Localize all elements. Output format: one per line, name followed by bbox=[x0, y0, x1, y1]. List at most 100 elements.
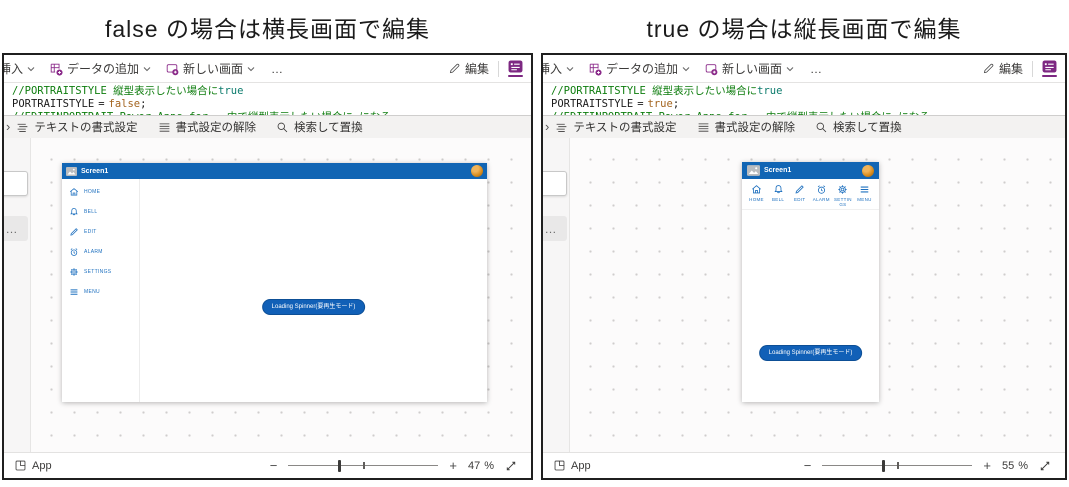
formula-bar[interactable]: //PORTRAITSTYLE 縦型表示したい場合にtrue PORTRAITS… bbox=[4, 82, 531, 116]
add-data-menu[interactable]: データの追加 bbox=[49, 60, 151, 77]
loading-spinner-button[interactable]: Loading Spinner(要再生モード) bbox=[261, 299, 366, 315]
app-tree-item[interactable]: App bbox=[553, 459, 591, 472]
loading-spinner-button[interactable]: Loading Spinner(要再生モード) bbox=[758, 345, 863, 362]
nav-item-alarm[interactable]: ALARM bbox=[812, 184, 831, 207]
text-format-button[interactable]: テキストの書式設定 bbox=[555, 119, 677, 135]
toggle-selected-underline bbox=[508, 75, 523, 77]
formula-bar[interactable]: //PORTRAITSTYLE 縦型表示したい場合にtrue PORTRAITS… bbox=[543, 82, 1065, 116]
zoom-out-button[interactable]: − bbox=[804, 458, 812, 473]
panel-stub[interactable] bbox=[4, 171, 28, 196]
zoom-percent: 55% bbox=[1001, 459, 1028, 472]
zoom-slider[interactable] bbox=[288, 459, 439, 473]
formula-panel-toggle[interactable] bbox=[1042, 60, 1057, 77]
chevron-down-icon bbox=[27, 66, 35, 71]
figure-false: false の場合は横長画面で編集 挿入 データの追加 新しい画面 … 編集 bbox=[2, 0, 533, 480]
insert-label: 挿入 bbox=[4, 62, 24, 76]
nav-item-alarm[interactable]: ALARM bbox=[69, 247, 139, 257]
clear-format-icon bbox=[698, 122, 708, 132]
top-toolbar: 挿入 データの追加 新しい画面 … 編集 bbox=[543, 55, 1065, 82]
text-format-label: テキストの書式設定 bbox=[573, 122, 677, 134]
add-data-menu[interactable]: データの追加 bbox=[588, 60, 690, 77]
find-replace-button[interactable]: 検索して置換 bbox=[276, 119, 363, 135]
gear-icon bbox=[70, 268, 78, 276]
expand-chevron[interactable]: › bbox=[545, 119, 549, 134]
zoom-out-button[interactable]: − bbox=[270, 458, 278, 473]
panel-more-button[interactable]: … bbox=[543, 216, 567, 241]
home-icon bbox=[70, 188, 78, 196]
pencil-icon bbox=[983, 63, 994, 74]
zoom-in-button[interactable]: + bbox=[449, 458, 457, 473]
alarm-clock-icon bbox=[70, 248, 78, 256]
clear-format-button[interactable]: 書式設定の解除 bbox=[697, 119, 795, 135]
formula-panel-toggle[interactable] bbox=[508, 60, 523, 77]
toolbar-overflow-button[interactable]: … bbox=[271, 62, 284, 76]
clear-format-button[interactable]: 書式設定の解除 bbox=[158, 119, 256, 135]
zoom-slider[interactable] bbox=[822, 459, 973, 473]
app-main-area: Loading Spinner(要再生モード) bbox=[140, 179, 487, 402]
nav-item-edit[interactable]: EDIT bbox=[790, 184, 809, 207]
app-label: App bbox=[32, 459, 52, 472]
new-screen-menu[interactable]: 新しい画面 bbox=[704, 60, 794, 77]
insert-menu[interactable]: 挿入 bbox=[4, 60, 35, 77]
app-header[interactable]: Screen1 bbox=[742, 162, 879, 179]
app-screen-portrait[interactable]: Screen1 HOME BELL EDIT ALARM SETTINGS ME… bbox=[742, 162, 879, 402]
new-screen-icon bbox=[166, 63, 179, 75]
fullscreen-icon[interactable] bbox=[1039, 460, 1051, 472]
panel-more-button[interactable]: … bbox=[4, 216, 28, 241]
avatar[interactable] bbox=[471, 165, 483, 177]
pencil-icon bbox=[70, 228, 78, 236]
nav-item-edit[interactable]: EDIT bbox=[69, 227, 139, 237]
chevron-down-icon bbox=[682, 66, 690, 71]
image-placeholder-icon bbox=[747, 165, 760, 176]
nav-item-settings[interactable]: SETTINGS bbox=[69, 267, 139, 277]
new-screen-label: 新しい画面 bbox=[183, 62, 244, 76]
zoom-in-button[interactable]: + bbox=[983, 458, 991, 473]
zoom-slider-thumb[interactable] bbox=[337, 459, 341, 472]
app-screen-landscape[interactable]: Screen1 HOME BELL EDIT ALARM SETTINGS ME… bbox=[62, 163, 487, 402]
edit-label: 編集 bbox=[464, 62, 489, 76]
clear-format-icon bbox=[159, 122, 169, 132]
add-data-label: データの追加 bbox=[606, 62, 679, 76]
find-replace-button[interactable]: 検索して置換 bbox=[815, 119, 902, 135]
figure-title-true: true の場合は縦長画面で編集 bbox=[646, 15, 962, 42]
nav-item-bell[interactable]: BELL bbox=[769, 184, 788, 207]
chevron-down-icon bbox=[143, 66, 151, 71]
text-format-button[interactable]: テキストの書式設定 bbox=[16, 119, 138, 135]
format-toolbar: › テキストの書式設定 書式設定の解除 検索して置換 bbox=[4, 116, 531, 138]
nav-item-menu[interactable]: MENU bbox=[69, 287, 139, 297]
nav-item-settings[interactable]: SETTINGS bbox=[833, 184, 852, 207]
add-data-label: データの追加 bbox=[67, 62, 140, 76]
search-icon bbox=[816, 122, 827, 132]
edit-button[interactable]: 編集 bbox=[448, 60, 489, 77]
edit-button[interactable]: 編集 bbox=[982, 60, 1023, 77]
app-header[interactable]: Screen1 bbox=[62, 163, 487, 179]
formula-panel-icon bbox=[508, 60, 523, 73]
new-screen-menu[interactable]: 新しい画面 bbox=[165, 60, 255, 77]
panel-stub[interactable] bbox=[543, 171, 567, 196]
collapsed-panel-edge: … bbox=[4, 138, 31, 452]
fullscreen-icon[interactable] bbox=[505, 460, 517, 472]
studio-panel-false: 挿入 データの追加 新しい画面 … 編集 bbox=[2, 53, 533, 480]
nav-item-menu[interactable]: MENU bbox=[855, 184, 874, 207]
formula-panel-icon bbox=[1042, 60, 1057, 73]
screen-title: Screen1 bbox=[764, 167, 792, 174]
hamburger-icon bbox=[70, 289, 78, 295]
app-icon bbox=[554, 460, 565, 471]
avatar[interactable] bbox=[862, 164, 874, 177]
toolbar-overflow-button[interactable]: … bbox=[810, 62, 823, 76]
app-tree-item[interactable]: App bbox=[14, 459, 52, 472]
bell-icon bbox=[70, 208, 78, 216]
find-replace-label: 検索して置換 bbox=[294, 122, 363, 134]
zoom-detent-tick bbox=[897, 462, 899, 469]
toggle-selected-underline bbox=[1042, 75, 1057, 77]
new-screen-icon bbox=[705, 63, 718, 75]
nav-item-home[interactable]: HOME bbox=[69, 187, 139, 197]
zoom-percent: 47% bbox=[467, 459, 494, 472]
insert-menu[interactable]: 挿入 bbox=[543, 60, 574, 77]
screen-title: Screen1 bbox=[81, 167, 109, 175]
nav-item-home[interactable]: HOME bbox=[747, 184, 766, 207]
nav-item-bell[interactable]: BELL bbox=[69, 207, 139, 217]
zoom-detent-tick bbox=[363, 462, 365, 469]
expand-chevron[interactable]: › bbox=[6, 119, 10, 134]
zoom-slider-thumb[interactable] bbox=[882, 459, 886, 472]
